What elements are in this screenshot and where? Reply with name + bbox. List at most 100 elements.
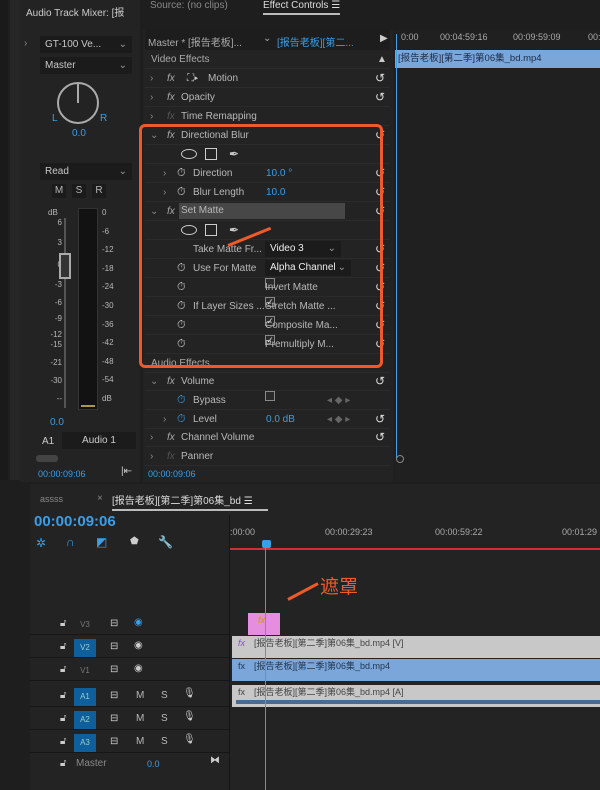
go-to-in-icon[interactable]: |⇤ [121,466,132,477]
mute-button[interactable]: M [52,184,66,198]
eye-icon[interactable]: ◉ [134,663,143,674]
timeline-timecode[interactable]: 00:00:09:06 [34,513,116,530]
clip-dropdown[interactable]: [报告老板][第二... [277,34,354,49]
solo-button[interactable]: S [72,184,86,198]
scroll-up-icon[interactable]: ▲ [377,50,387,69]
track-name[interactable]: Audio 1 [62,432,136,449]
chevron-right-icon[interactable]: › [150,88,153,107]
effect-volume[interactable]: ⌄ fx Volume ↺ [145,372,390,391]
mixer-title[interactable]: Audio Track Mixer: [报 [26,4,124,19]
lock-icon[interactable]: 🔓︎ [60,641,66,652]
menu-icon[interactable]: ☰ [331,0,340,11]
playhead-handle[interactable] [262,540,271,548]
linked-selection-icon[interactable]: ◩ [96,535,107,549]
fx-icon[interactable]: fx [167,372,175,391]
sync-lock-icon[interactable]: ⊟ [110,618,118,629]
effect-motion[interactable]: › fx ⛶▸ Motion ↺ [145,69,390,88]
sync-lock-icon[interactable]: ⊟ [110,664,118,675]
fx-icon[interactable]: fx [167,88,175,107]
solo-button[interactable]: S [161,736,168,747]
volume-fader[interactable] [59,253,71,279]
track-target-a2[interactable]: A2 [74,711,96,729]
checkbox[interactable] [265,391,275,401]
eye-hidden-icon[interactable]: ◉ [134,617,143,628]
chevron-right-icon[interactable]: › [163,410,166,429]
fx-icon[interactable]: fx [167,428,175,447]
track-target-a3[interactable]: A3 [74,734,96,752]
lock-icon[interactable]: 🔓︎ [60,736,66,747]
reset-icon[interactable]: ↺ [375,428,385,447]
chevron-down-icon[interactable]: ⌄ [263,33,271,44]
clip-v1[interactable]: fx [报告老板][第二季]第06集_bd.mp4 [232,659,600,681]
mute-button[interactable]: M [136,713,144,724]
expand-chevron-icon[interactable]: › [24,38,27,49]
timeline-ruler[interactable]: :00:00 00:00:29:23 00:00:59:22 00:01:29 [230,527,600,541]
chevron-right-icon[interactable]: › [150,428,153,447]
mute-button[interactable]: M [136,690,144,701]
pan-knob[interactable] [57,82,99,124]
marker-icon[interactable]: ⬟ [130,536,139,547]
tab-effect-controls[interactable]: Effect Controls ☰ [263,0,341,15]
video-effects-header[interactable]: Video Effects ▲ [145,50,390,69]
close-icon[interactable]: × [97,493,103,504]
chevron-right-icon[interactable]: › [150,447,153,466]
lock-icon[interactable]: 🔓︎ [60,713,66,724]
playhead-line[interactable] [265,545,266,790]
track-target-v3[interactable]: V3 [74,616,96,634]
input-dropdown[interactable]: GT-100 Ve... [40,36,132,53]
snap-magnet-icon[interactable]: ∩ [66,535,75,549]
menu-icon[interactable]: ☰ [244,496,253,507]
tab-sequence-active[interactable]: [报告老板][第二季]第06集_bd ☰ [112,492,268,511]
automation-dropdown[interactable]: Read [40,163,132,180]
play-triangle-icon[interactable]: ▶ [380,33,388,44]
record-button[interactable]: R [92,184,106,198]
param-level[interactable]: › ⏱︎ Level 0.0 dB ◂ ◆ ▸ ↺ [145,410,390,429]
eye-icon[interactable]: ◉ [134,640,143,651]
microphone-icon[interactable]: 🎙︎ [183,711,196,722]
lock-icon[interactable]: 🔓︎ [60,758,66,769]
level-value[interactable]: 0.0 [50,417,64,428]
ec-timecode[interactable]: 00:00:09:06 [148,469,196,479]
reset-icon[interactable]: ↺ [375,372,385,391]
track-target-v2[interactable]: V2 [74,639,96,657]
solo-button[interactable]: S [161,713,168,724]
clip-a1[interactable]: fx [报告老板][第二季]第06集_bd.mp4 [A] [232,685,600,707]
microphone-icon[interactable]: 🎙︎ [183,734,196,745]
scrollbar[interactable] [36,455,58,462]
pan-value[interactable]: 0.0 [72,128,86,139]
lock-icon[interactable]: 🔓︎ [60,618,66,629]
ec-clip-bar[interactable]: [报告老板][第二季]第06集_bd.mp4 [395,50,600,68]
chevron-down-icon[interactable]: ⌄ [150,372,158,391]
stopwatch-icon[interactable]: ⏱︎ [177,391,186,410]
chevron-right-icon[interactable]: › [150,69,153,88]
output-dropdown[interactable]: Master [40,57,132,74]
master-clip-label[interactable]: Master * [报告老板]... [148,34,242,49]
sync-lock-icon[interactable]: ⊟ [110,736,118,747]
sync-lock-icon[interactable]: ⊟ [110,641,118,652]
mixer-timecode[interactable]: 00:00:09:06 [38,469,86,479]
nest-icon[interactable]: ✲ [36,536,46,550]
fx-icon[interactable]: fx [167,69,175,88]
effect-channel-volume[interactable]: › fx Channel Volume ↺ [145,428,390,447]
track-target-a1[interactable]: A1 [74,688,96,706]
tab-source[interactable]: Source: (no clips) [150,0,228,11]
effect-panner[interactable]: › fx Panner [145,447,390,466]
param-bypass[interactable]: ⏱︎ Bypass ◂ ◆ ▸ [145,391,390,410]
param-value[interactable]: 0.0 dB [266,410,295,429]
reset-icon[interactable]: ↺ [375,88,385,107]
wrench-icon[interactable]: 🔧 [158,535,173,549]
keyframe-nav[interactable]: ◂ ◆ ▸ [327,410,350,429]
keyframe-nav[interactable]: ◂ ◆ ▸ [327,391,350,410]
matte-clip-v3[interactable]: fx [248,613,280,635]
work-area-bar[interactable] [230,548,600,550]
zoom-handle[interactable] [396,455,404,463]
master-volume-value[interactable]: 0.0 [147,759,160,769]
track-target-v1[interactable]: V1 [74,662,96,680]
reset-icon[interactable]: ↺ [375,410,385,429]
sync-lock-icon[interactable]: ⊟ [110,713,118,724]
microphone-icon[interactable]: 🎙︎ [183,688,196,699]
reset-icon[interactable]: ↺ [375,69,385,88]
playhead[interactable] [396,34,397,459]
lock-icon[interactable]: 🔓︎ [60,664,66,675]
mute-button[interactable]: M [136,736,144,747]
